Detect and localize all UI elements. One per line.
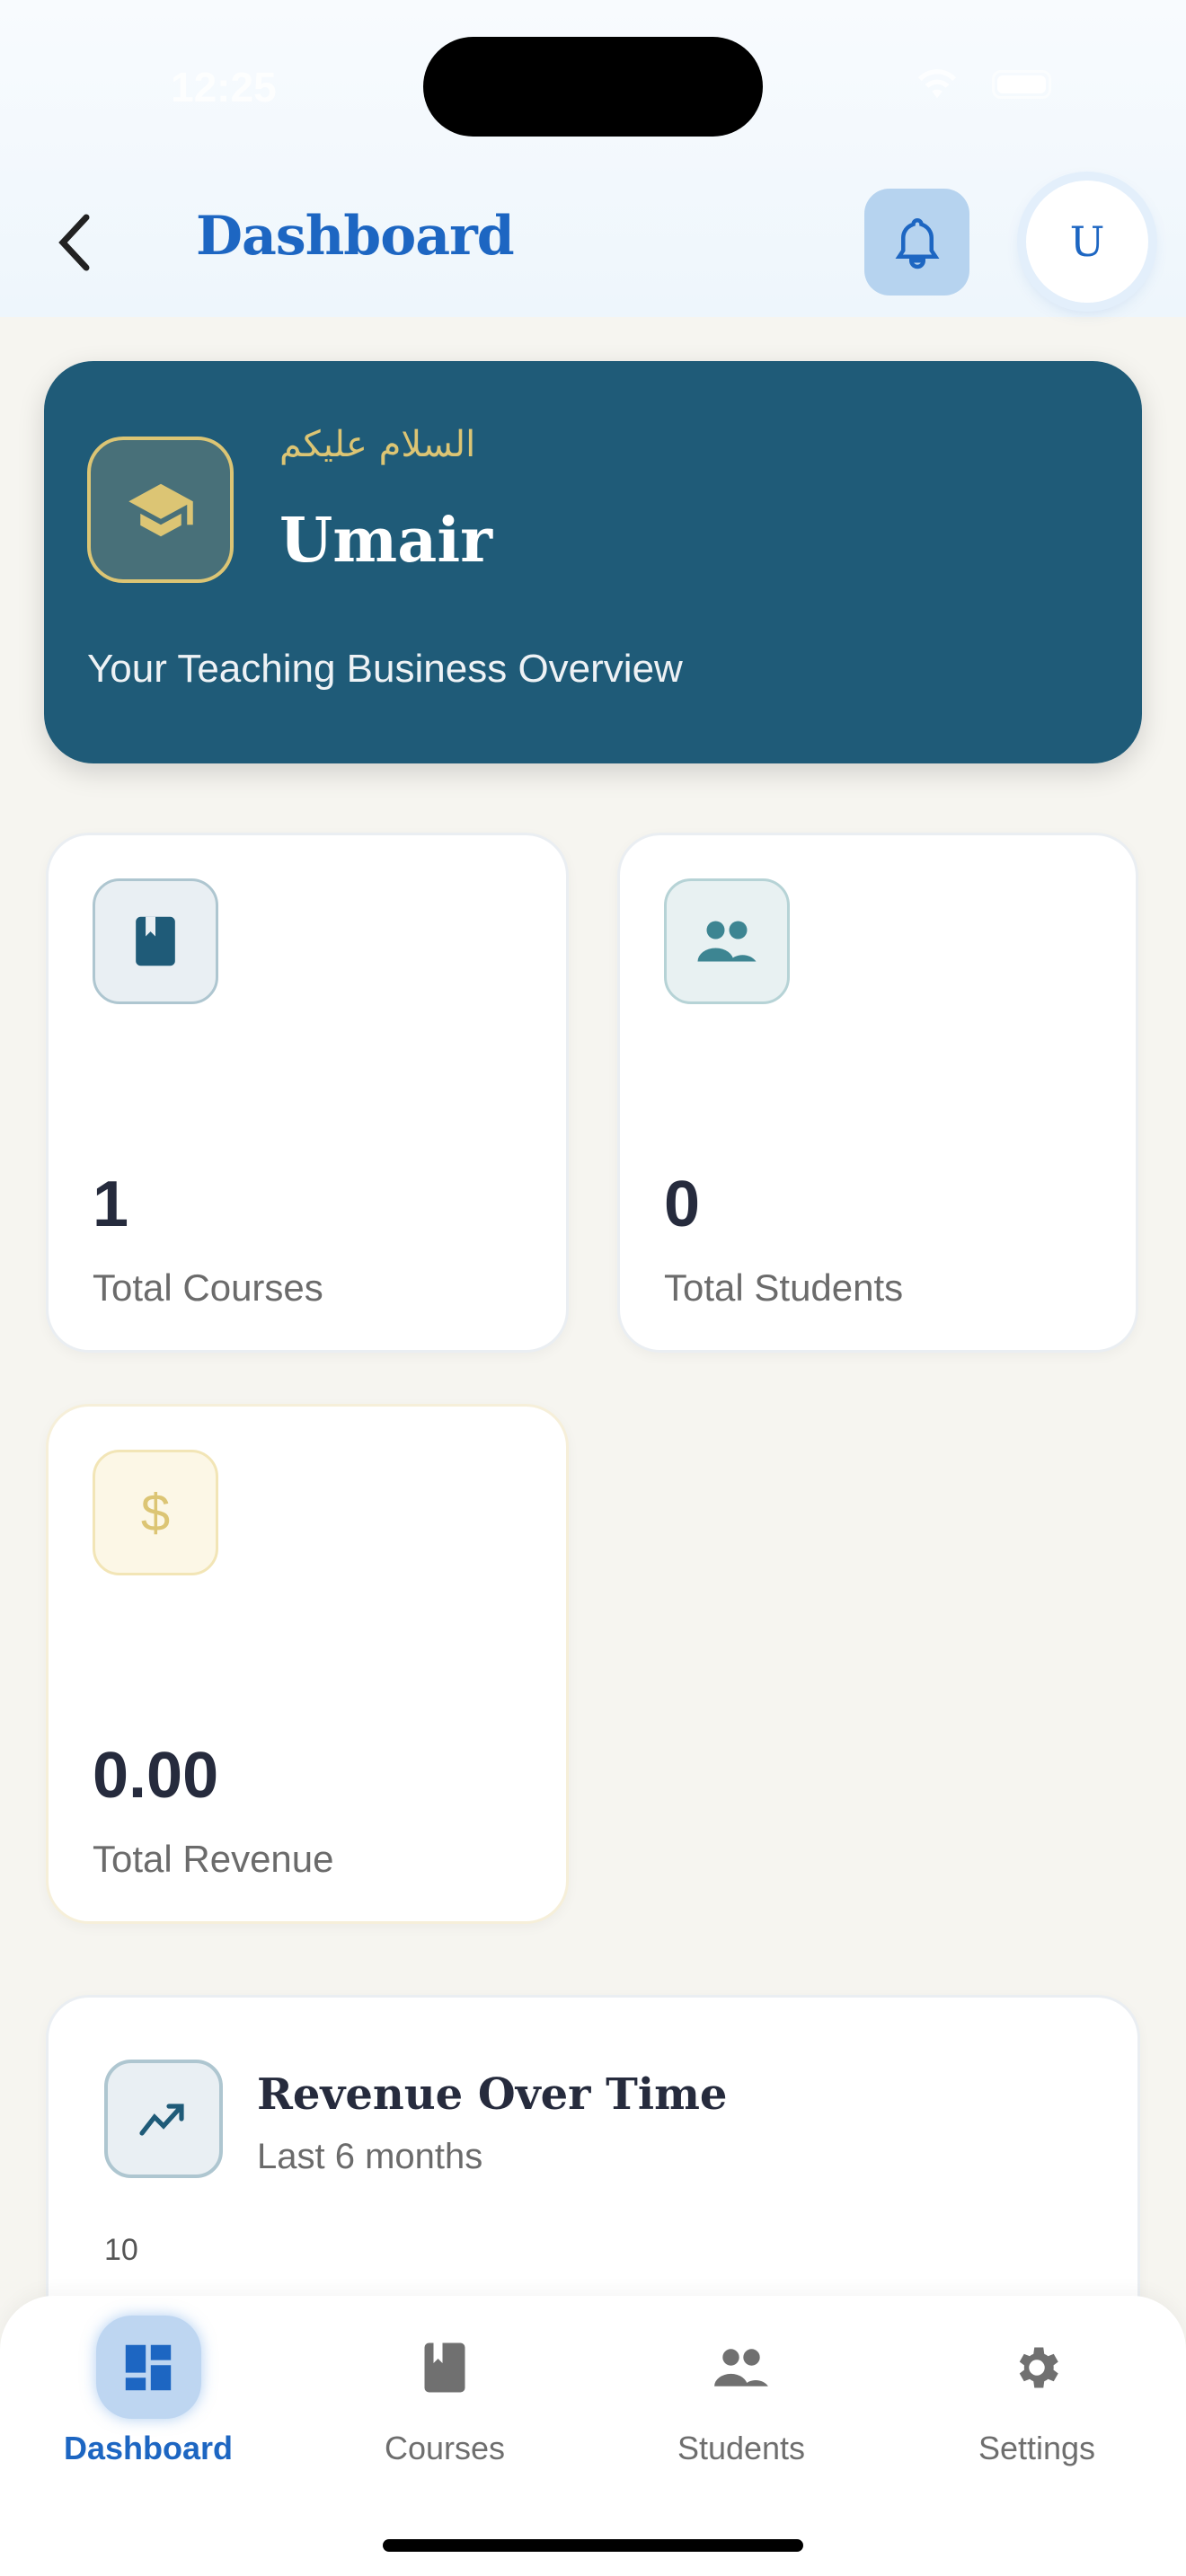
nav-dashboard[interactable]: Dashboard xyxy=(31,2316,265,2495)
stat-value: 0.00 xyxy=(93,1740,219,1812)
page-title: Dashboard xyxy=(196,205,515,268)
stat-value: 1 xyxy=(93,1169,129,1240)
battery-icon xyxy=(992,70,1051,99)
stat-value: 0 xyxy=(664,1169,701,1240)
book-icon xyxy=(424,2342,465,2392)
y-axis-tick: 10 xyxy=(104,2233,138,2267)
hero-subtitle: Your Teaching Business Overview xyxy=(87,647,683,691)
avatar[interactable]: U xyxy=(1026,181,1148,303)
people-icon xyxy=(714,2348,768,2386)
bottom-nav: Dashboard Courses Students Settings xyxy=(0,2296,1186,2576)
status-time: 12:25 xyxy=(171,64,277,110)
nav-courses[interactable]: Courses xyxy=(328,2316,562,2495)
welcome-card: السلام عليكم Umair Your Teaching Busines… xyxy=(44,361,1142,763)
nav-label: Students xyxy=(677,2430,806,2466)
nav-label: Dashboard xyxy=(63,2430,234,2466)
chart-title: Revenue Over Time xyxy=(257,2069,728,2120)
stat-card-courses[interactable]: 1 Total Courses xyxy=(46,833,569,1353)
back-button[interactable] xyxy=(54,214,93,271)
nav-label: Settings xyxy=(978,2430,1096,2466)
trending-up-icon xyxy=(104,2060,223,2178)
stat-label: Total Revenue xyxy=(93,1838,334,1880)
stat-card-revenue[interactable]: $ 0.00 Total Revenue xyxy=(46,1404,569,1924)
people-icon xyxy=(664,878,790,1004)
gear-icon xyxy=(1019,2347,1058,2387)
nav-students[interactable]: Students xyxy=(624,2316,858,2495)
user-name: Umair xyxy=(279,505,492,577)
notifications-button[interactable] xyxy=(864,189,969,296)
nav-label: Courses xyxy=(384,2430,506,2466)
nav-settings[interactable]: Settings xyxy=(920,2316,1154,2495)
home-indicator[interactable] xyxy=(383,2539,803,2552)
dynamic-island xyxy=(423,37,763,137)
graduation-cap-icon xyxy=(87,437,234,583)
stat-label: Total Students xyxy=(664,1266,904,1309)
chart-subtitle: Last 6 months xyxy=(257,2137,483,2176)
stat-label: Total Courses xyxy=(93,1266,323,1309)
top-bar: 12:25 Dashboard U xyxy=(0,0,1186,317)
stat-card-students[interactable]: 0 Total Students xyxy=(617,833,1138,1353)
bell-icon xyxy=(895,217,939,269)
book-icon xyxy=(93,878,218,1004)
dashboard-icon xyxy=(125,2344,172,2390)
greeting-arabic: السلام عليكم xyxy=(279,424,476,465)
dollar-icon: $ xyxy=(93,1450,218,1575)
wifi-icon xyxy=(917,69,957,99)
